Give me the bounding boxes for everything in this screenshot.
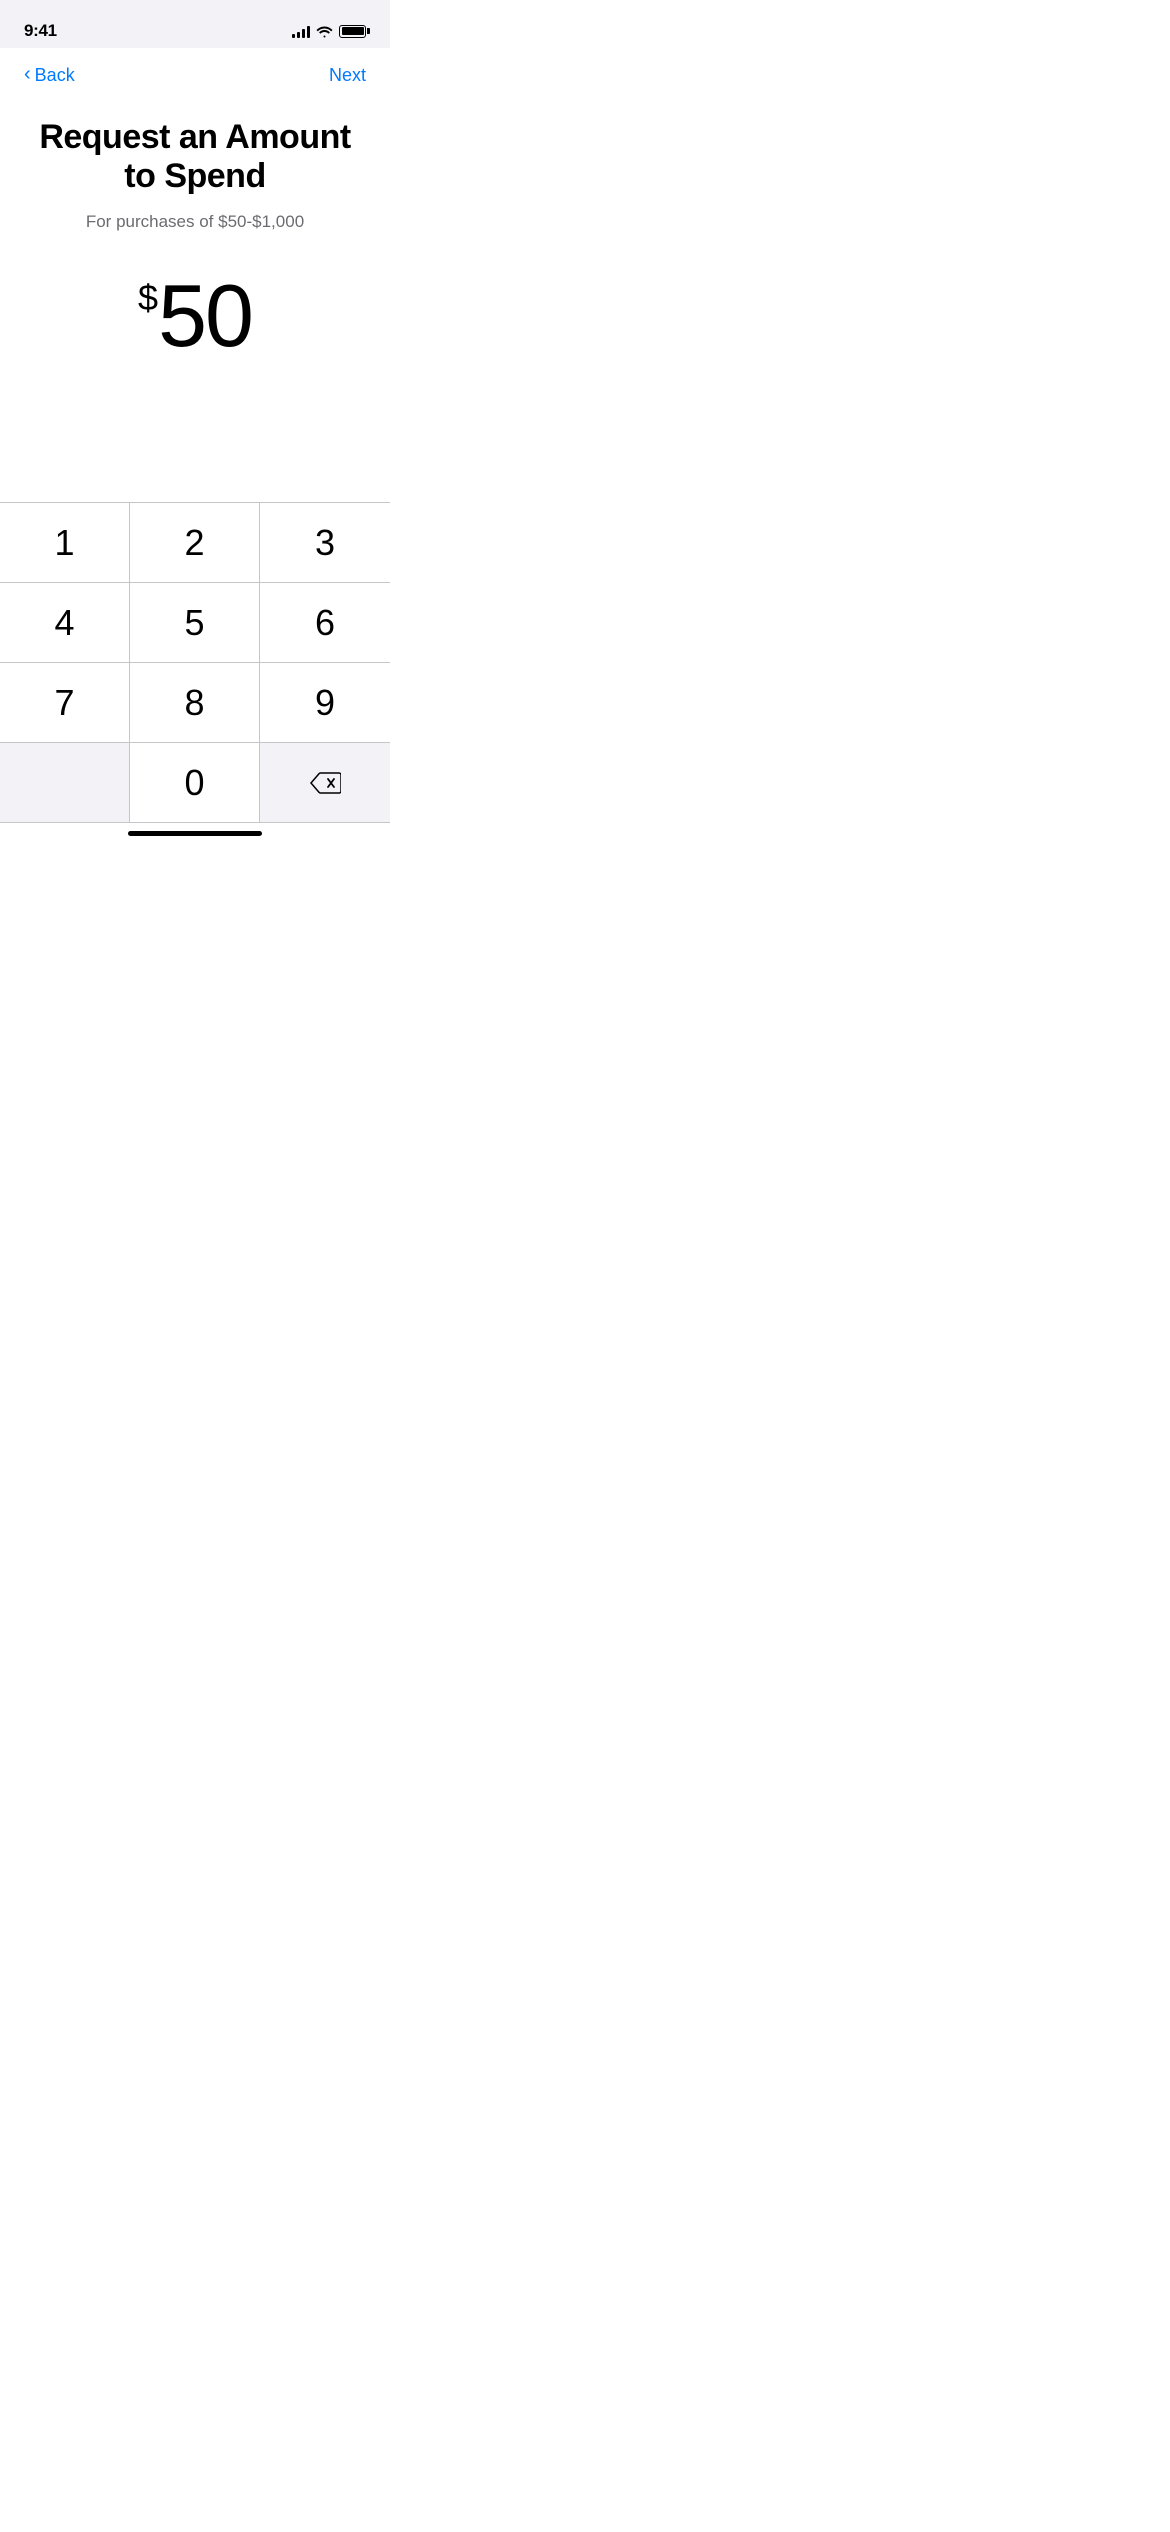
numpad-key-1[interactable]: 1 — [0, 503, 130, 583]
battery-fill — [342, 27, 364, 35]
numpad-key-empty — [0, 743, 130, 823]
home-indicator-bar — [128, 831, 262, 836]
signal-bar-2 — [297, 32, 300, 38]
home-indicator — [0, 823, 390, 844]
signal-bar-1 — [292, 34, 295, 38]
back-button[interactable]: ‹ Back — [24, 64, 75, 86]
numpad-grid: 1 2 3 4 5 6 7 8 9 0 — [0, 503, 390, 823]
numpad-key-7[interactable]: 7 — [0, 663, 130, 743]
amount-value: 50 — [158, 272, 252, 360]
wifi-icon — [316, 25, 333, 38]
signal-bar-4 — [307, 26, 310, 38]
numpad-key-8[interactable]: 8 — [130, 663, 260, 743]
next-button[interactable]: Next — [329, 65, 366, 86]
numpad-key-5[interactable]: 5 — [130, 583, 260, 663]
signal-bar-3 — [302, 29, 305, 38]
status-icons — [292, 24, 366, 38]
numpad-delete-button[interactable] — [260, 743, 390, 823]
numpad-key-3[interactable]: 3 — [260, 503, 390, 583]
signal-bars-icon — [292, 24, 310, 38]
battery-icon — [339, 25, 366, 38]
status-time: 9:41 — [24, 21, 57, 41]
page-title: Request an Amount to Spend — [24, 118, 366, 196]
status-bar: 9:41 — [0, 0, 390, 48]
back-chevron-icon: ‹ — [24, 63, 31, 86]
amount-display: $ 50 — [24, 272, 366, 360]
numpad-area: 1 2 3 4 5 6 7 8 9 0 — [0, 502, 390, 844]
dollar-sign: $ — [138, 280, 158, 316]
numpad-key-9[interactable]: 9 — [260, 663, 390, 743]
numpad-key-0[interactable]: 0 — [130, 743, 260, 823]
page-subtitle: For purchases of $50-$1,000 — [24, 212, 366, 232]
numpad-key-6[interactable]: 6 — [260, 583, 390, 663]
numpad-key-2[interactable]: 2 — [130, 503, 260, 583]
numpad-key-4[interactable]: 4 — [0, 583, 130, 663]
main-content: Request an Amount to Spend For purchases… — [0, 98, 390, 360]
back-label: Back — [35, 65, 75, 86]
delete-icon — [309, 771, 341, 795]
nav-bar: ‹ Back Next — [0, 48, 390, 98]
